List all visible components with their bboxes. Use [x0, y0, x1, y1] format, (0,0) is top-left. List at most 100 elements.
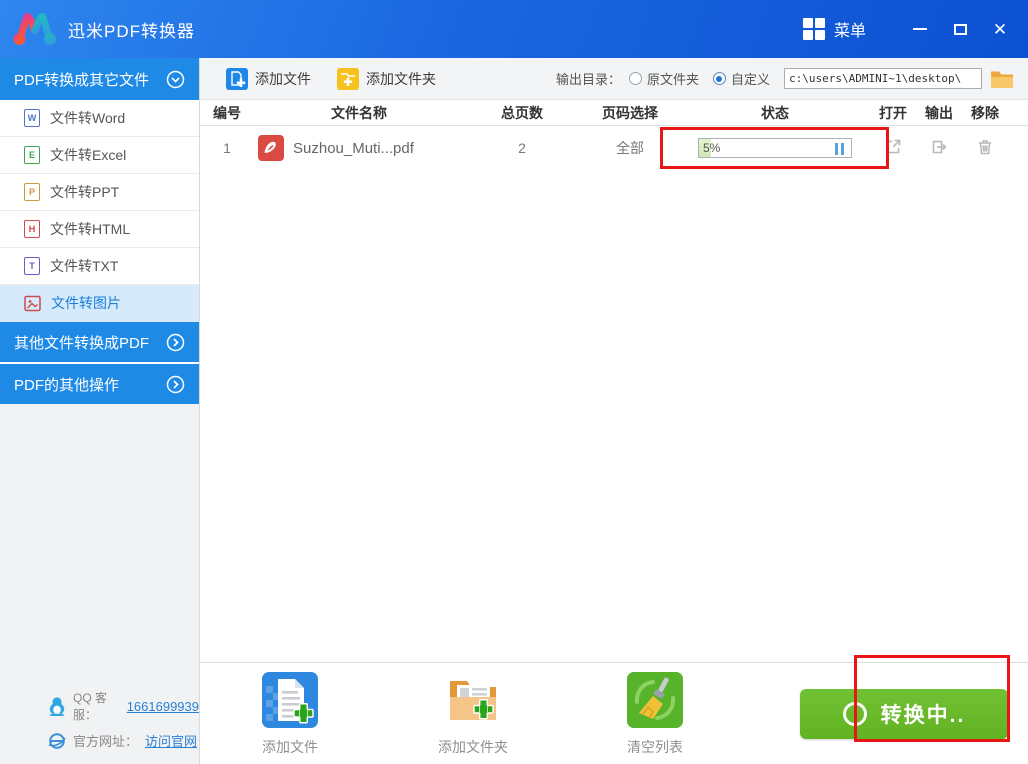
maximize-button[interactable] [940, 12, 980, 46]
image-icon [24, 295, 41, 312]
col-header-filename: 文件名称 [254, 103, 464, 123]
add-file-button[interactable]: 添加文件 [226, 68, 311, 90]
radio-custom[interactable]: 自定义 [713, 69, 770, 88]
output-path-input[interactable] [784, 68, 982, 89]
sidebar-item-label: 文件转图片 [51, 293, 121, 313]
col-header-open: 打开 [870, 103, 916, 123]
sidebar: PDF转换成其它文件 W 文件转Word E 文件转Excel P 文件转PPT… [0, 58, 200, 764]
spinner-icon [843, 702, 867, 726]
close-icon: ✕ [993, 21, 1007, 38]
pdf-file-icon [258, 135, 284, 161]
sidebar-section-label: PDF的其他操作 [14, 374, 119, 395]
ppt-doc-icon: P [24, 183, 40, 201]
page-count: 2 [464, 140, 580, 156]
sidebar-item-pdf-to-html[interactable]: H 文件转HTML [0, 211, 199, 248]
sidebar-item-label: 文件转Excel [50, 145, 126, 165]
pause-button[interactable] [835, 143, 844, 155]
sidebar-section-other-to-pdf[interactable]: 其他文件转换成PDF [0, 322, 199, 362]
open-file-button[interactable] [883, 137, 903, 157]
add-file-action-label: 添加文件 [262, 737, 318, 757]
open-output-button[interactable] [929, 137, 949, 157]
menu-button[interactable]: 菜单 [803, 17, 866, 41]
add-folder-label: 添加文件夹 [366, 69, 436, 89]
chevron-down-circle-icon [166, 70, 185, 89]
sidebar-section-label: 其他文件转换成PDF [14, 332, 149, 353]
progress-label: 5% [703, 139, 720, 157]
add-file-label: 添加文件 [255, 69, 311, 89]
col-header-range: 页码选择 [580, 103, 680, 123]
main-panel: 添加文件 添加文件夹 输出目录： 原文件夹 自定义 [200, 58, 1028, 764]
sidebar-item-pdf-to-ppt[interactable]: P 文件转PPT [0, 174, 199, 211]
add-folder-icon [337, 68, 359, 90]
clear-list-broom-icon [627, 672, 683, 728]
pause-icon [835, 143, 838, 155]
add-folder-action-button[interactable]: 添加文件夹 [438, 672, 508, 757]
sidebar-item-pdf-to-image[interactable]: 文件转图片 [0, 285, 199, 322]
toolbar: 添加文件 添加文件夹 输出目录： 原文件夹 自定义 [200, 58, 1028, 100]
sidebar-item-label: 文件转PPT [50, 182, 119, 202]
pause-icon [841, 143, 844, 155]
menu-grid-icon [803, 18, 825, 40]
convert-button-label: 转换中.. [881, 699, 966, 729]
page-range: 全部 [580, 138, 680, 158]
add-folder-button[interactable]: 添加文件夹 [337, 68, 436, 90]
add-folder-action-label: 添加文件夹 [438, 737, 508, 757]
txt-doc-icon: T [24, 257, 40, 275]
bottom-bar: 添加文件 添加文件夹 清空列表 转换中.. [200, 662, 1028, 764]
qq-number-link[interactable]: 1661699939 [127, 699, 199, 714]
add-file-action-button[interactable]: 添加文件 [262, 672, 318, 757]
sidebar-item-pdf-to-excel[interactable]: E 文件转Excel [0, 137, 199, 174]
minimize-icon [913, 28, 927, 30]
qq-service-label: QQ 客服： [73, 689, 120, 723]
browse-folder-button[interactable] [990, 69, 1014, 89]
menu-label: 菜单 [834, 17, 866, 41]
sidebar-item-pdf-to-word[interactable]: W 文件转Word [0, 100, 199, 137]
add-file-icon [226, 68, 248, 90]
radio-source-icon [629, 72, 642, 85]
minimize-button[interactable] [900, 12, 940, 46]
app-title: 迅米PDF转换器 [68, 17, 195, 42]
file-name: Suzhou_Muti...pdf [293, 140, 414, 157]
add-file-big-icon [262, 672, 318, 728]
radio-custom-icon [713, 72, 726, 85]
chevron-right-circle-icon [166, 333, 185, 352]
col-header-remove: 移除 [962, 103, 1008, 123]
output-dir-label: 输出目录： [556, 69, 621, 88]
sidebar-section-label: PDF转换成其它文件 [14, 69, 149, 90]
sidebar-footer: QQ 客服： 1661699939 官方网址： 访问官网 [0, 681, 199, 750]
html-doc-icon: H [24, 220, 40, 238]
add-folder-big-icon [445, 672, 501, 728]
radio-source-folder[interactable]: 原文件夹 [629, 69, 699, 88]
sidebar-section-pdf-other-ops[interactable]: PDF的其他操作 [0, 364, 199, 404]
close-button[interactable]: ✕ [980, 12, 1020, 46]
browser-icon [48, 732, 66, 750]
titlebar: 迅米PDF转换器 菜单 ✕ [0, 0, 1028, 58]
sidebar-section-pdf-to-other[interactable]: PDF转换成其它文件 [0, 58, 199, 100]
col-header-status: 状态 [680, 103, 870, 123]
progress-bar: 5% [698, 138, 852, 158]
table-header: 编号 文件名称 总页数 页码选择 状态 打开 输出 移除 [200, 100, 1028, 126]
col-header-pages: 总页数 [464, 103, 580, 123]
file-list: 1 Suzhou_Muti...pdf 2 全部 5% [200, 126, 1028, 662]
sidebar-item-label: 文件转HTML [50, 219, 130, 239]
table-row[interactable]: 1 Suzhou_Muti...pdf 2 全部 5% [200, 126, 1028, 170]
convert-button[interactable]: 转换中.. [800, 689, 1008, 739]
app-window: 迅米PDF转换器 菜单 ✕ PDF转换成其它文件 W 文件转Word [0, 0, 1028, 764]
col-header-no: 编号 [200, 103, 254, 123]
clear-list-action-button[interactable]: 清空列表 [627, 672, 683, 757]
radio-source-label: 原文件夹 [647, 69, 699, 88]
sidebar-item-label: 文件转TXT [50, 256, 118, 276]
sidebar-item-pdf-to-txt[interactable]: T 文件转TXT [0, 248, 199, 285]
official-site-label: 官方网址： [73, 731, 138, 750]
app-logo-icon [12, 10, 58, 48]
maximize-icon [954, 24, 967, 35]
official-site-link[interactable]: 访问官网 [145, 731, 197, 750]
qq-icon [48, 696, 66, 716]
delete-file-button[interactable] [975, 137, 995, 157]
chevron-right-circle-icon [166, 375, 185, 394]
row-number: 1 [200, 140, 254, 156]
col-header-output: 输出 [916, 103, 962, 123]
clear-list-action-label: 清空列表 [627, 737, 683, 757]
sidebar-item-label: 文件转Word [50, 108, 125, 128]
excel-doc-icon: E [24, 146, 40, 164]
